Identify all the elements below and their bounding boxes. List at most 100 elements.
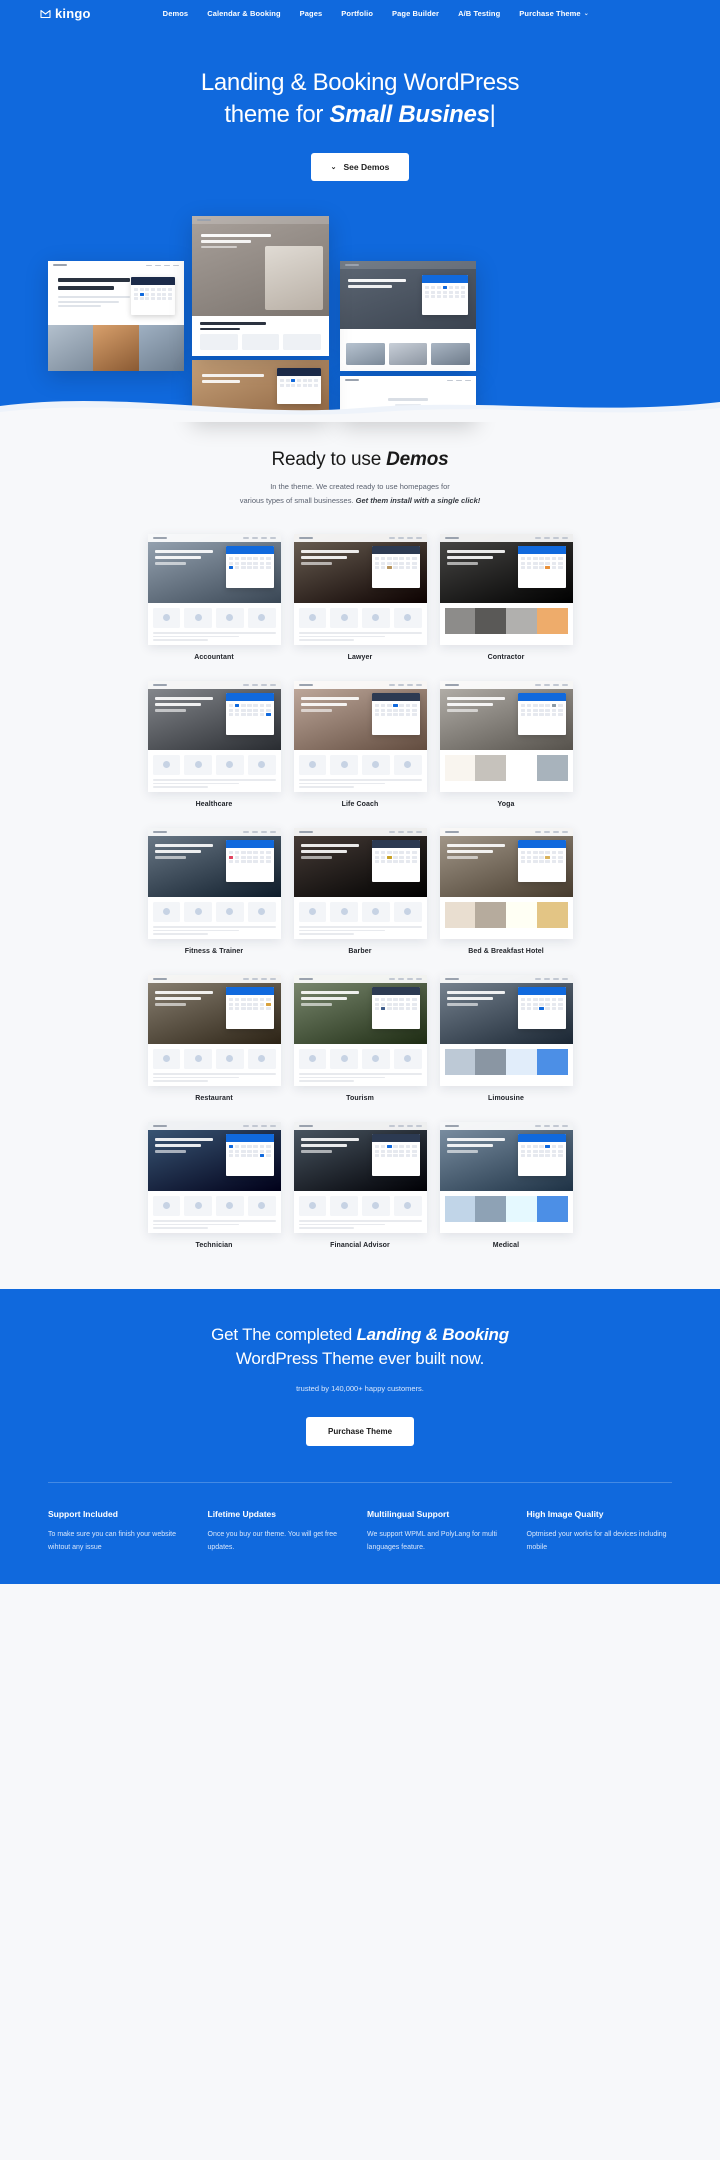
demo-card[interactable]: Healthcare (147, 681, 281, 809)
hero-preview-center[interactable] (192, 216, 329, 357)
demo-thumbnail[interactable] (439, 1122, 573, 1234)
demo-thumb-hero (293, 975, 427, 1044)
calendar-widget-icon (225, 987, 274, 1030)
demo-thumbnail[interactable] (439, 681, 573, 793)
demo-label: Healthcare (195, 801, 233, 809)
nav-item-label: Demos (162, 9, 189, 18)
demo-thumb-headline (446, 697, 505, 715)
demo-thumb-headline (154, 844, 213, 862)
demo-thumbnail[interactable] (439, 828, 573, 940)
demo-card[interactable]: Fitness & Trainer (147, 828, 281, 955)
demo-thumbnail[interactable] (293, 681, 427, 793)
demo-thumb-topbar (439, 975, 573, 984)
footer-columns: Support Included To make sure you can fi… (0, 1509, 720, 1554)
demo-card[interactable]: Bed & Breakfast Hotel (439, 828, 573, 955)
cta-subtitle: trusted by 140,000+ happy customers. (296, 1384, 424, 1394)
demo-card[interactable]: Medical (439, 1122, 573, 1249)
nav-item-label: Pages (299, 9, 323, 18)
nav-item-label: Purchase Theme (519, 9, 581, 18)
demo-thumb-hero (439, 975, 573, 1044)
demos-heading-block: Ready to use Demos In the theme. We crea… (0, 449, 720, 508)
footer-column-text: Optmised your works for all devices incl… (526, 1531, 667, 1551)
purchase-theme-button[interactable]: Purchase Theme (305, 1417, 415, 1447)
cta-line1-emphasis: Landing & Booking (356, 1325, 509, 1345)
demo-thumb-topbar (293, 1122, 427, 1131)
demo-thumbnail[interactable] (293, 828, 427, 940)
demo-label: Accountant (194, 654, 234, 662)
see-demos-button[interactable]: ⌄ See Demos (310, 153, 410, 182)
demo-card[interactable]: Limousine (439, 975, 573, 1103)
nav-item-portfolio[interactable]: Portfolio (341, 9, 373, 18)
demo-thumb-headline (154, 550, 213, 568)
demo-thumbnail[interactable] (293, 1122, 427, 1234)
demo-card[interactable]: Barber (293, 828, 427, 956)
demo-card[interactable]: Lawyer (293, 534, 427, 661)
demo-card[interactable]: Accountant (147, 534, 281, 662)
demo-label: Restaurant (195, 1095, 233, 1103)
demo-card[interactable]: Contractor (439, 534, 573, 662)
demo-label: Yoga (497, 801, 515, 809)
demo-thumb-topbar (293, 534, 427, 543)
demo-thumbnail[interactable] (439, 534, 573, 646)
demo-label: Financial Advisor (330, 1242, 390, 1250)
demo-label: Contractor (487, 654, 525, 662)
demo-thumb-body (293, 896, 427, 940)
hero-preview-left[interactable] (48, 261, 184, 372)
demo-card[interactable]: Tourism (293, 975, 427, 1102)
demos-title-emphasis: Demos (386, 449, 449, 471)
demo-thumb-headline (154, 1138, 213, 1156)
footer-column-text: To make sure you can finish your website… (48, 1531, 177, 1551)
demo-thumb-hero (439, 1122, 573, 1191)
demo-thumb-headline (300, 697, 359, 715)
nav-item-calendar-booking[interactable]: Calendar & Booking (207, 9, 280, 18)
demo-card[interactable]: Life Coach (293, 681, 427, 808)
demo-thumb-body (147, 1043, 281, 1087)
cta-line2: WordPress Theme ever built now. (235, 1349, 485, 1369)
nav-item-ab-testing[interactable]: A/B Testing (458, 9, 500, 18)
nav-item-pages[interactable]: Pages (300, 9, 323, 18)
nav-item-purchase-theme[interactable]: Purchase Theme ⌄ (519, 9, 589, 18)
demo-thumb-hero (439, 534, 573, 603)
demo-thumb-headline (446, 550, 505, 568)
hero-title-line1: Landing & Booking WordPress (200, 69, 520, 96)
chevron-down-icon: ⌄ (583, 10, 589, 17)
footer-column-title: Lifetime Updates (207, 1509, 277, 1520)
demo-thumb-headline (154, 697, 213, 715)
demo-label: Limousine (488, 1095, 524, 1103)
demo-thumb-body (293, 602, 427, 646)
demo-thumb-hero (147, 681, 281, 750)
demo-label: Technician (195, 1242, 233, 1250)
demos-title: Ready to use Demos (0, 449, 720, 471)
calendar-widget-icon (517, 987, 566, 1030)
demo-thumbnail[interactable] (147, 1122, 281, 1234)
site-logo[interactable]: kingo (40, 6, 91, 21)
calendar-widget-icon (371, 693, 420, 736)
demo-thumbnail[interactable] (147, 681, 281, 793)
demo-thumb-hero (293, 681, 427, 750)
hero-title-prefix: theme for (224, 100, 330, 128)
demo-card[interactable]: Financial Advisor (293, 1122, 427, 1250)
demo-thumbnail[interactable] (147, 828, 281, 940)
demo-thumbnail[interactable] (147, 975, 281, 1087)
nav-links: Demos Calendar & Booking Pages Portfolio… (163, 9, 589, 18)
demo-thumbnail[interactable] (439, 975, 573, 1087)
demo-thumbnail[interactable] (293, 975, 427, 1087)
demo-thumb-hero (147, 534, 281, 603)
footer-column-text: Once you buy our theme. You will get fre… (207, 1531, 338, 1551)
calendar-widget-icon (517, 693, 566, 736)
demo-thumbnail[interactable] (293, 534, 427, 646)
calendar-widget-icon (225, 1134, 274, 1177)
demo-label: Barber (348, 948, 372, 956)
demo-card[interactable]: Restaurant (147, 975, 281, 1103)
demos-grid: Accountant Lawyer Contractor Healthcare Life… (0, 534, 720, 1249)
nav-item-page-builder[interactable]: Page Builder (392, 9, 439, 18)
hero-preview-right[interactable] (340, 261, 476, 372)
demo-thumb-hero (439, 828, 573, 897)
nav-item-demos[interactable]: Demos (163, 9, 189, 18)
typing-caret: | (489, 100, 496, 128)
demo-card[interactable]: Technician (147, 1122, 281, 1250)
demo-thumbnail[interactable] (147, 534, 281, 646)
demo-thumb-body (439, 749, 573, 793)
kingo-mark-icon (40, 8, 51, 19)
demo-card[interactable]: Yoga (439, 681, 573, 809)
